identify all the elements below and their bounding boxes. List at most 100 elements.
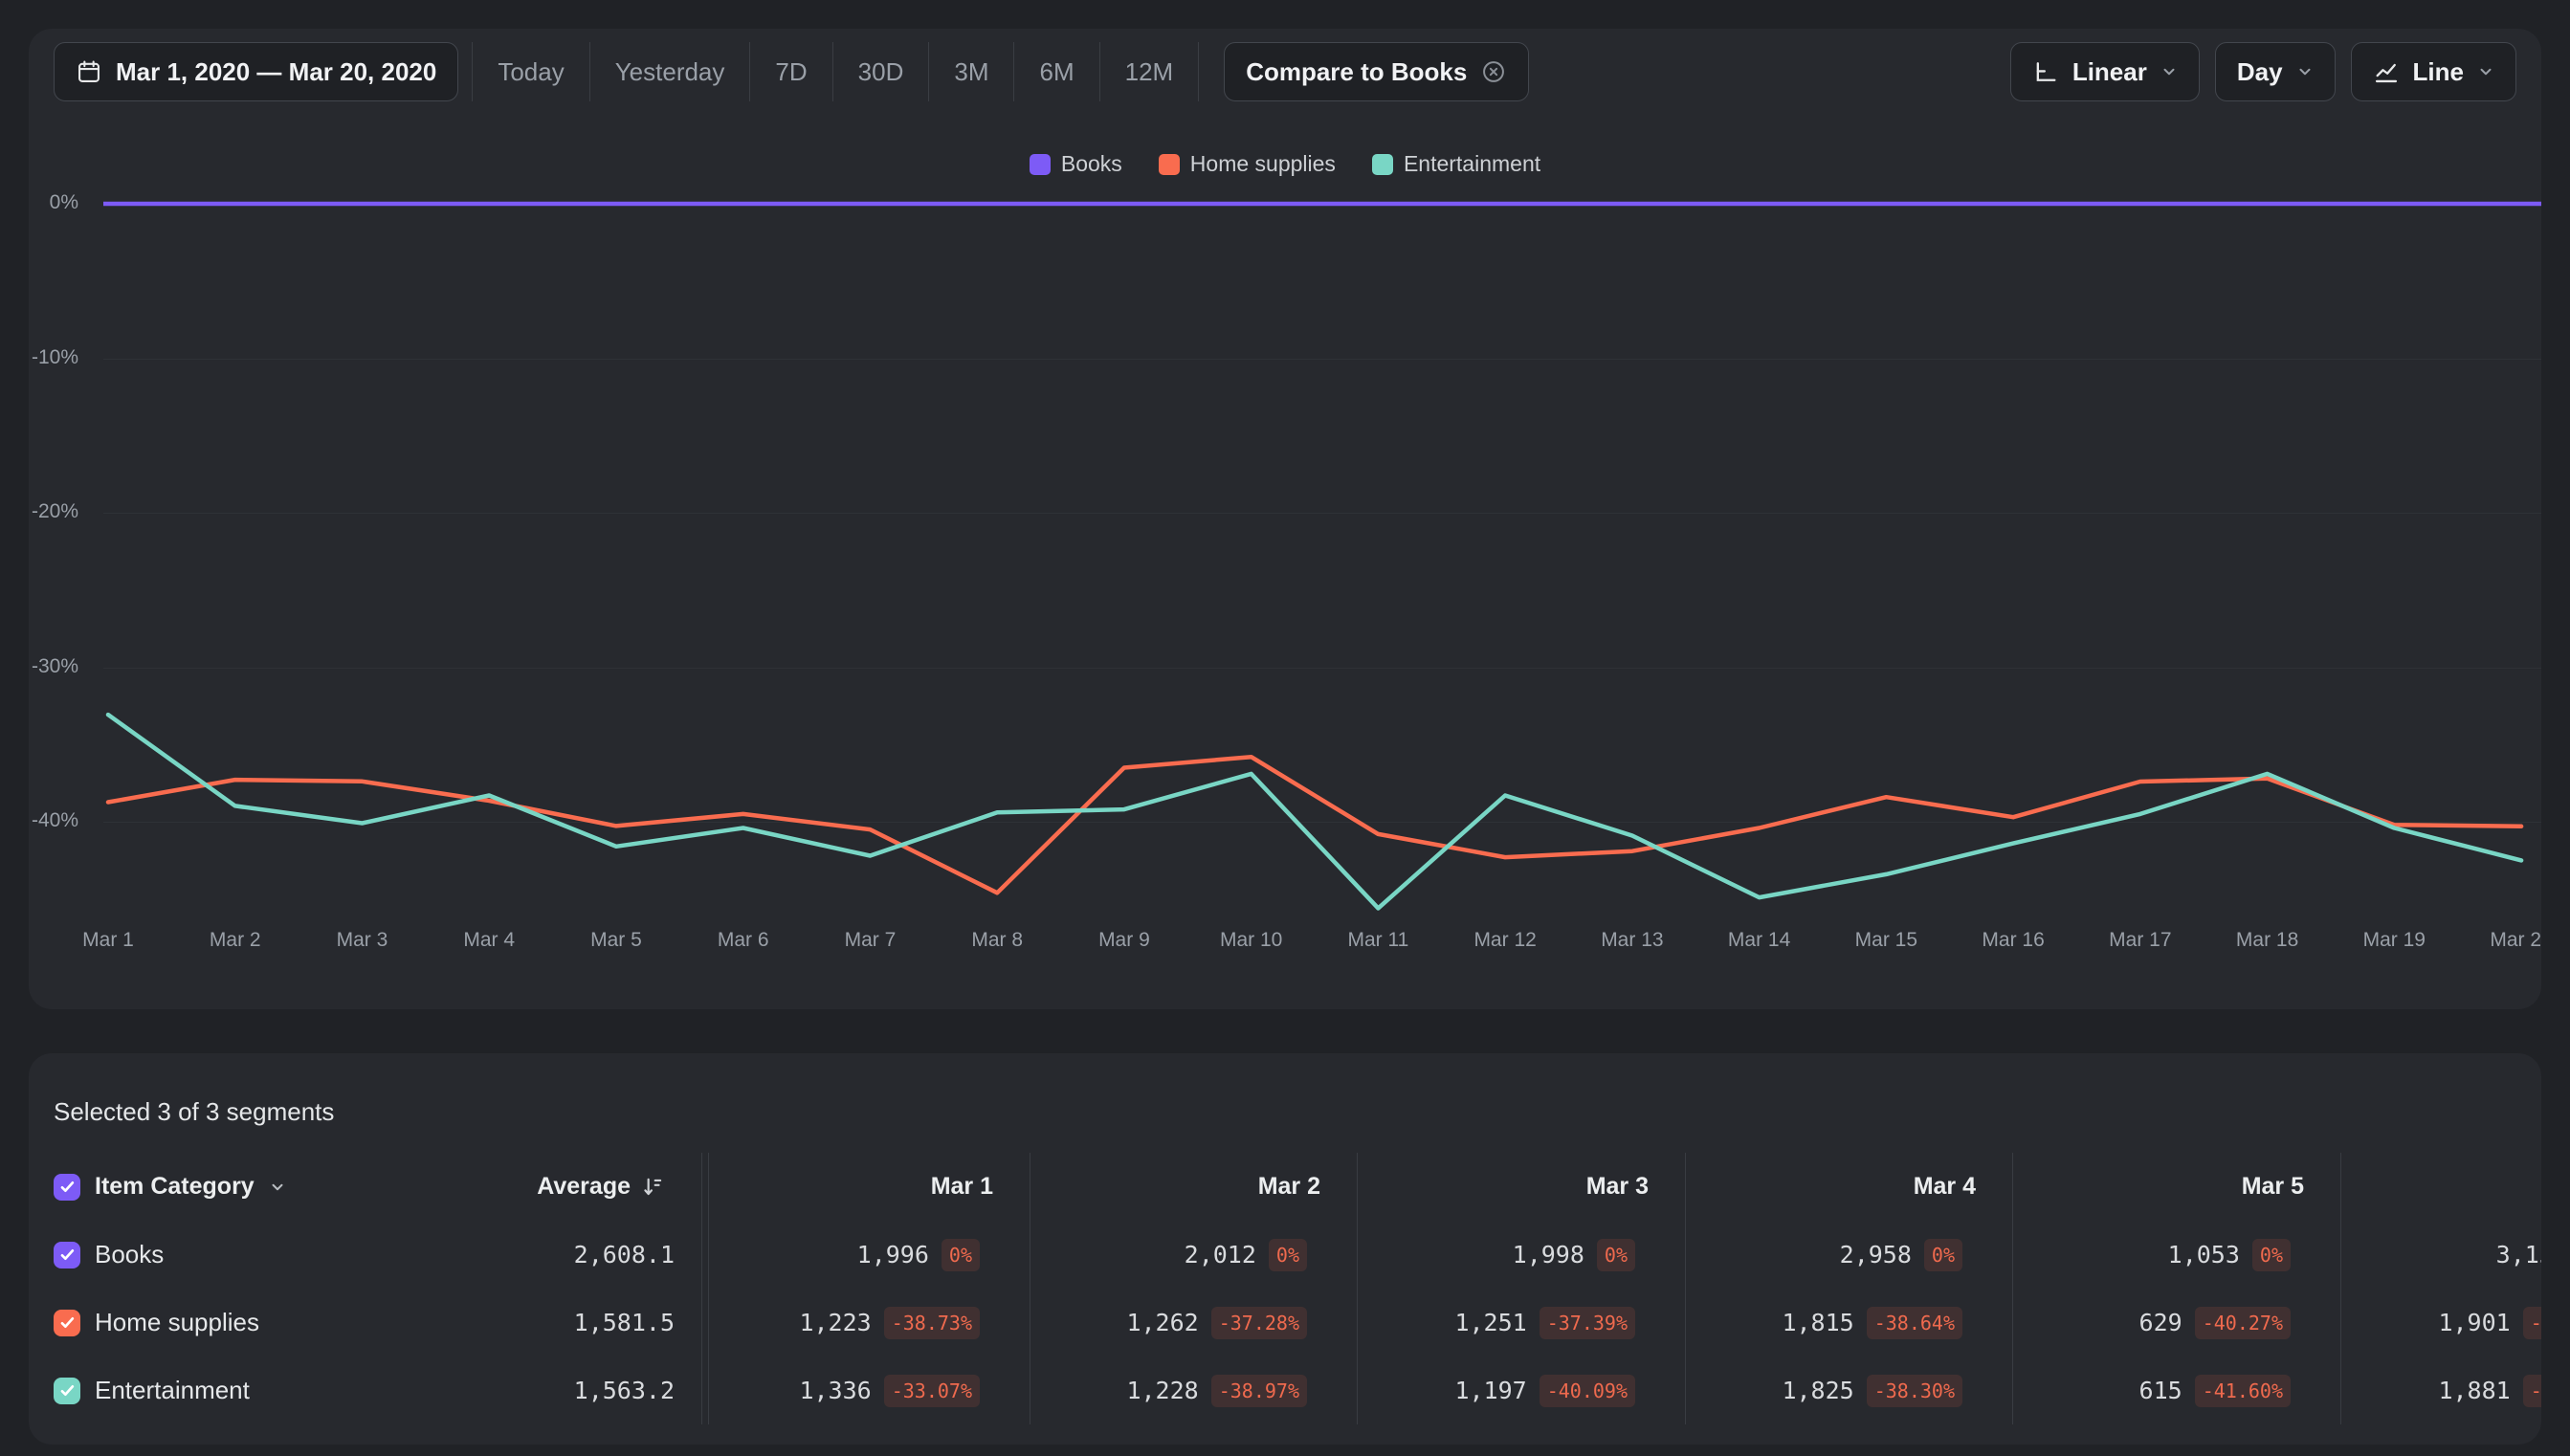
legend-swatch	[1029, 153, 1051, 175]
day-cell: 1,197 -40.09%	[1357, 1357, 1685, 1424]
x-axis-label: Mar 6	[717, 929, 769, 951]
x-axis-label: Mar 7	[844, 929, 897, 951]
x-axis-label: Mar 10	[1219, 929, 1283, 951]
pct-badge: -38.64%	[1866, 1306, 1962, 1339]
pct-badge: -39.74%	[2522, 1306, 2541, 1339]
pct-badge: 0%	[1596, 1238, 1635, 1271]
close-circle-icon[interactable]	[1480, 58, 1507, 85]
column-header-mar-5[interactable]: Mar 5	[2012, 1153, 2340, 1221]
preset-6m[interactable]: 6M	[1014, 42, 1100, 101]
pct-badge: -40.27%	[2194, 1306, 2291, 1339]
chart-type-label: Line	[2412, 56, 2464, 86]
series-line-entertainment	[105, 712, 2524, 911]
pct-badge: -38.97%	[1210, 1374, 1307, 1407]
chart-panel: Mar 1, 2020 — Mar 20, 2020 Today Yesterda…	[29, 29, 2541, 1009]
check-icon	[60, 1316, 74, 1329]
preset-today[interactable]: Today	[473, 42, 590, 101]
day-cell: 1,825 -38.30%	[1685, 1357, 2012, 1424]
gridline	[103, 358, 2541, 360]
column-header-mar-1[interactable]: Mar 1	[709, 1153, 1030, 1221]
column-header-mar-4[interactable]: Mar 4	[1685, 1153, 2012, 1221]
sort-descending-icon	[644, 1178, 662, 1195]
x-axis-label: Mar 8	[971, 929, 1024, 951]
scale-dropdown[interactable]: Linear	[2009, 42, 2200, 101]
segments-table: Item Category Average Mar 1 Mar 2 Mar 3 Mar 4…	[29, 1153, 2541, 1424]
pct-badge: -41.60%	[2194, 1374, 2291, 1407]
toolbar: Mar 1, 2020 — Mar 20, 2020 Today Yesterda…	[29, 29, 2541, 101]
preset-yesterday[interactable]: Yesterday	[590, 42, 751, 101]
column-header-mar-2[interactable]: Mar 2	[1030, 1153, 1357, 1221]
calendar-icon	[78, 60, 100, 82]
day-cell: 2,958 0%	[1685, 1221, 2012, 1289]
pct-badge: -40.35%	[2522, 1374, 2541, 1407]
x-axis-label: Mar 11	[1347, 929, 1409, 951]
legend-item-entertainment[interactable]: Entertainment	[1371, 151, 1541, 177]
scale-label: Linear	[2072, 56, 2147, 86]
day-cell: 1,262 -37.28%	[1030, 1289, 1357, 1357]
cell-value: 1,053	[2167, 1241, 2240, 1268]
column-divider	[701, 1289, 709, 1357]
legend-swatch	[1158, 153, 1180, 175]
day-cell: 1,881 -40.35%	[2340, 1357, 2541, 1424]
column-divider	[701, 1221, 709, 1289]
cell-value: 1,881	[2438, 1377, 2511, 1404]
column-header-partial	[2340, 1153, 2541, 1221]
select-all-checkbox[interactable]	[54, 1173, 80, 1201]
legend-label: Entertainment	[1403, 151, 1541, 176]
checkbox-entertainment[interactable]	[54, 1377, 80, 1404]
day-cell: 615 -41.60%	[2012, 1357, 2340, 1424]
checkbox-home-supplies[interactable]	[54, 1309, 80, 1336]
column-header-mar-3[interactable]: Mar 3	[1357, 1153, 1685, 1221]
day-cell: 1,053 0%	[2012, 1221, 2340, 1289]
pct-badge: -38.30%	[1866, 1374, 1962, 1407]
date-range-label: Mar 1, 2020 — Mar 20, 2020	[116, 56, 437, 86]
legend-label: Books	[1060, 151, 1122, 176]
preset-7d[interactable]: 7D	[750, 42, 833, 101]
segment-row-entertainment[interactable]: Entertainment	[29, 1357, 490, 1424]
x-axis-label: Mar 2	[209, 929, 261, 951]
preset-3m[interactable]: 3M	[929, 42, 1015, 101]
legend-item-books[interactable]: Books	[1029, 151, 1122, 177]
cell-value: 1,223	[799, 1309, 872, 1336]
compare-button[interactable]: Compare to Books	[1224, 42, 1530, 101]
cell-value: 1,901	[2438, 1309, 2511, 1336]
pct-badge: 0%	[1268, 1238, 1307, 1271]
day-cell: 3,1530%	[2340, 1221, 2541, 1289]
x-axis-label: Mar 14	[1727, 929, 1791, 951]
segment-row-home-supplies[interactable]: Home supplies	[29, 1289, 490, 1357]
preset-12m[interactable]: 12M	[1100, 42, 1199, 101]
y-axis-label: 0%	[49, 191, 78, 213]
cell-value: 1,825	[1782, 1377, 1854, 1404]
segment-label: Home supplies	[95, 1308, 259, 1336]
gridline	[103, 513, 2541, 514]
column-header-average[interactable]: Average	[490, 1153, 701, 1221]
x-axis-label: Mar 3	[336, 929, 388, 951]
granularity-dropdown[interactable]: Day	[2214, 42, 2336, 101]
x-axis-label: Mar 17	[2109, 929, 2172, 951]
checkbox-books[interactable]	[54, 1241, 80, 1268]
column-header-item-category[interactable]: Item Category	[29, 1153, 490, 1221]
cell-value: 615	[2138, 1377, 2182, 1404]
chevron-down-icon	[2299, 68, 2311, 76]
y-axis-label: -10%	[31, 345, 78, 368]
cell-value: 1,815	[1782, 1309, 1854, 1336]
pct-badge: -40.09%	[1539, 1374, 1635, 1407]
y-axis-label: -30%	[31, 654, 78, 677]
x-axis-label: Mar 16	[1982, 929, 2045, 951]
cell-value: 2,958	[1839, 1241, 1912, 1268]
x-axis-label: Mar 20	[2490, 929, 2541, 951]
preset-30d[interactable]: 30D	[833, 42, 930, 101]
cell-value: 629	[2138, 1309, 2182, 1336]
cell-value: 1,228	[1126, 1377, 1199, 1404]
x-axis-label: Mar 13	[1601, 929, 1664, 951]
pct-badge: -37.39%	[1539, 1306, 1635, 1339]
cell-value: 1,197	[1454, 1377, 1527, 1404]
cell-value: 1,998	[1512, 1241, 1584, 1268]
gridline	[103, 204, 2541, 205]
chevron-down-icon	[2480, 68, 2492, 76]
x-axis-label: Mar 18	[2235, 929, 2299, 951]
legend-item-home-supplies[interactable]: Home supplies	[1158, 151, 1336, 177]
date-range-button[interactable]: Mar 1, 2020 — Mar 20, 2020	[54, 42, 459, 101]
segment-row-books[interactable]: Books	[29, 1221, 490, 1289]
chart-type-dropdown[interactable]: Line	[2350, 42, 2516, 101]
